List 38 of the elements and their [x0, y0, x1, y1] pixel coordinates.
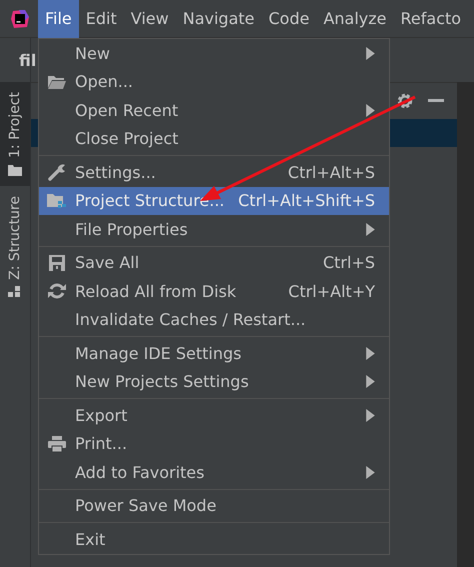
menu-bar-item[interactable]: File	[38, 0, 79, 38]
app-logo-icon[interactable]	[10, 8, 30, 28]
menu-item[interactable]: Close Project	[39, 124, 389, 153]
menu-item[interactable]: Project Structure... Ctrl+Alt+Shift+S	[39, 186, 389, 215]
printer-icon	[48, 436, 66, 452]
menu-item[interactable]: Invalidate Caches / Restart...	[39, 306, 389, 334]
menu-bar-item[interactable]: Refacto	[394, 0, 468, 38]
folder-icon	[47, 192, 67, 209]
menu-item[interactable]: Exit	[39, 525, 389, 554]
minimize-icon[interactable]	[428, 99, 444, 103]
reload-icon	[48, 282, 66, 300]
menu-item[interactable]: Manage IDE Settings	[39, 339, 389, 368]
menu-item[interactable]: Save All Ctrl+S	[39, 248, 389, 277]
menu-item[interactable]: New	[39, 39, 389, 68]
menu-item[interactable]: Settings... Ctrl+Alt+S	[39, 158, 389, 186]
save-icon	[49, 254, 65, 271]
menu-item[interactable]: Print...	[39, 430, 389, 458]
settings-icon[interactable]	[396, 92, 414, 110]
structure-icon	[8, 286, 22, 298]
tool-window-tab[interactable]: 1: Project	[0, 82, 30, 186]
menu-item[interactable]: Export	[39, 401, 389, 430]
project-title: fil	[19, 50, 36, 70]
wrench-icon	[48, 163, 66, 182]
folder-icon	[48, 74, 66, 89]
menu-item[interactable]: Open Recent	[39, 96, 389, 124]
menu-item[interactable]: Power Save Mode	[39, 492, 389, 520]
menu-bar-item[interactable]: Edit	[78, 0, 124, 38]
tool-window-tab[interactable]: Z: Structure	[0, 186, 30, 308]
folder-icon	[8, 164, 22, 176]
menu-bar-item[interactable]: Navigate	[176, 0, 262, 38]
menu-item[interactable]: File Properties	[39, 215, 389, 244]
menu-item[interactable]: New Projects Settings	[39, 368, 389, 396]
menu-item[interactable]: Reload All from Disk Ctrl+Alt+Y	[39, 277, 389, 306]
menu-bar-item[interactable]: Analyze	[316, 0, 394, 38]
menu-item[interactable]: Open...	[39, 68, 389, 96]
menu-bar-item[interactable]: Code	[262, 0, 316, 38]
menu-item[interactable]: Add to Favorites	[39, 458, 389, 486]
menu-bar-item[interactable]: View	[124, 0, 176, 38]
